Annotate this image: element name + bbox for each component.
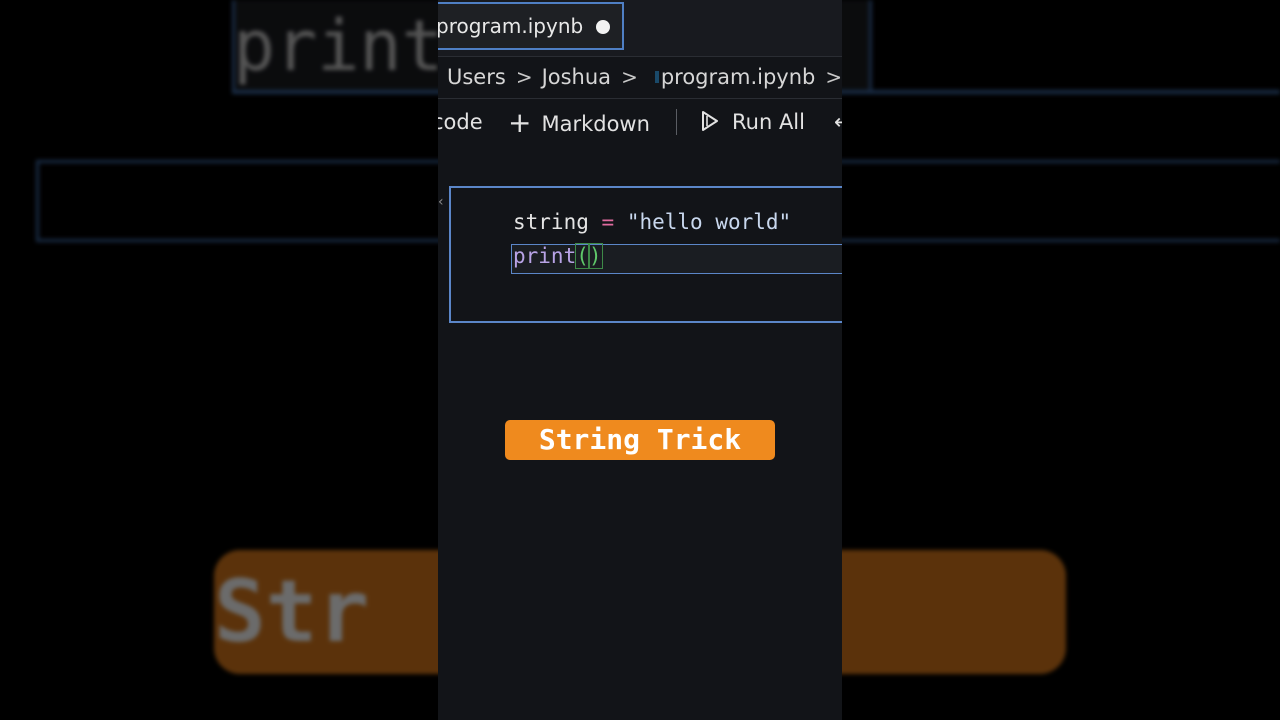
notebook-toolbar: code + Markdown Run All ↩ xyxy=(438,98,842,145)
tab-label: program.ipynb xyxy=(438,14,584,38)
video-frame: print Str ick program.ipynb Users > Josh… xyxy=(0,0,1280,720)
tab-bar: program.ipynb xyxy=(438,0,842,57)
code-close-paren: ) xyxy=(587,243,603,269)
breadcrumb-item-users[interactable]: Users xyxy=(447,65,506,89)
code-function-name: print xyxy=(513,244,577,268)
bg-title-text-left: Str xyxy=(214,562,370,662)
code-string-literal: "hello world" xyxy=(626,210,792,234)
chevron-right-icon: > xyxy=(515,65,533,89)
tab-program-ipynb[interactable]: program.ipynb xyxy=(438,2,624,50)
breadcrumb-item-joshua[interactable]: Joshua xyxy=(542,65,611,89)
add-code-label: code xyxy=(438,110,483,134)
plus-icon: + xyxy=(508,106,532,139)
editor-window: program.ipynb Users > Joshua > program.i… xyxy=(438,0,842,720)
breadcrumb-item-program-ipynb[interactable]: program.ipynb xyxy=(661,65,816,89)
code-line-1[interactable]: string = "hello world" xyxy=(513,210,791,234)
run-all-button[interactable]: Run All xyxy=(698,99,805,145)
add-markdown-label: Markdown xyxy=(541,112,650,136)
cell-collapse-chevron-icon[interactable]: ‹ xyxy=(438,194,444,210)
video-title-overlay: String Trick xyxy=(505,420,775,460)
chevron-right-icon: > xyxy=(825,65,842,89)
breadcrumb: Users > Joshua > program.ipynb > xyxy=(438,56,842,98)
run-all-label: Run All xyxy=(732,110,805,134)
more-toolbar-icon[interactable]: ↩ xyxy=(834,99,842,145)
add-code-cell-button[interactable]: code xyxy=(438,99,483,145)
code-operator: = xyxy=(601,210,615,234)
toolbar-divider xyxy=(676,109,677,135)
code-line-2[interactable]: print() xyxy=(513,243,603,269)
code-variable: string xyxy=(513,210,589,234)
bg-code-echo: print xyxy=(233,5,444,87)
chevron-right-icon: > xyxy=(621,65,638,89)
run-all-icon xyxy=(702,111,718,131)
modified-dot-icon[interactable] xyxy=(596,20,610,34)
add-markdown-cell-button[interactable]: + Markdown xyxy=(508,99,650,145)
code-cell[interactable]: string = "hello world" print() xyxy=(449,186,842,323)
